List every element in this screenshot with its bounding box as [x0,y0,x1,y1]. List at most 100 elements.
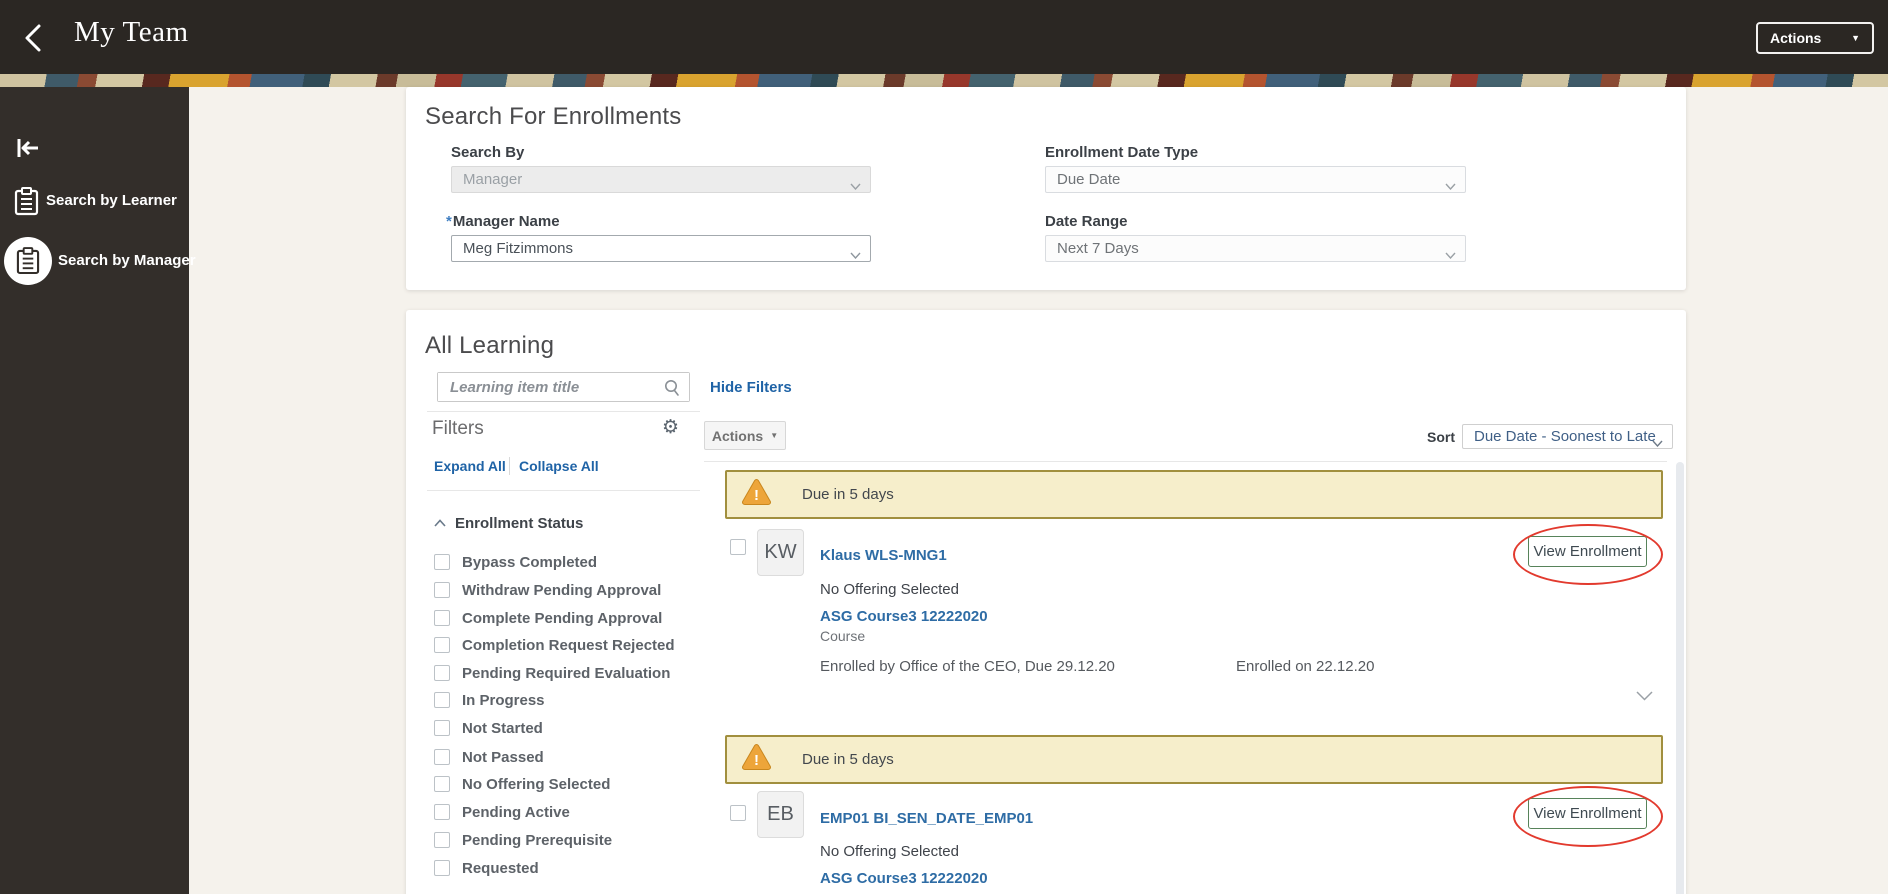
view-enrollment-button[interactable]: View Enrollment [1528,798,1647,829]
divider [427,490,700,491]
warning-icon: ! [741,743,772,776]
offering-status: No Offering Selected [820,843,959,860]
filter-option-label: Requested [462,859,539,877]
filter-option[interactable]: Not Passed [434,746,544,768]
filter-option[interactable]: Complete Pending Approval [434,607,662,629]
learning-search-input[interactable] [438,373,689,401]
filter-option-label: Completion Request Rejected [462,636,675,654]
checkbox[interactable] [434,776,450,792]
filter-option[interactable]: Pending Required Evaluation [434,662,670,684]
filter-option[interactable]: In Progress [434,689,545,711]
clipboard-icon [16,247,40,275]
clipboard-icon [14,187,39,220]
due-warning-banner: ! Due in 5 days [725,735,1663,784]
filter-option[interactable]: Withdraw Pending Approval [434,579,661,601]
date-range-select[interactable]: Next 7 Days [1045,235,1466,262]
filter-option-label: Not Started [462,719,543,737]
caret-down-icon: ▼ [1851,33,1860,43]
enrollment-date-type-value: Due Date [1057,171,1121,188]
search-by-value: Manager [463,171,523,188]
enrollment-date-type-select[interactable]: Due Date [1045,166,1466,193]
learner-name-link[interactable]: Klaus WLS-MNG1 [820,547,947,564]
required-asterisk: * [446,213,452,230]
course-link[interactable]: ASG Course3 12222020 [820,608,988,625]
checkbox[interactable] [434,637,450,653]
list-scrollbar[interactable] [1676,462,1684,894]
search-by-label: Search By [451,144,525,161]
checkbox[interactable] [434,720,450,736]
warning-icon: ! [741,478,772,511]
search-by-select[interactable]: Manager [451,166,871,193]
course-type: Course [820,628,866,644]
checkbox[interactable] [434,692,450,708]
course-link[interactable]: ASG Course3 12222020 [820,870,988,887]
filter-option[interactable]: Completion Request Rejected [434,634,675,656]
sidebar: Search by Learner Search by Manager [0,87,196,894]
offering-status: No Offering Selected [820,581,959,598]
date-range-label: Date Range [1045,213,1128,230]
sidebar-item-search-by-manager[interactable]: Search by Manager [0,235,196,291]
manager-name-label: *Manager Name [446,213,560,230]
filter-option[interactable]: Pending Active [434,801,570,823]
filter-option-label: Withdraw Pending Approval [462,581,662,599]
gear-icon[interactable]: ⚙ [662,416,679,438]
filter-option[interactable]: No Offering Selected [434,773,610,795]
sidebar-item-search-by-learner[interactable]: Search by Learner [0,178,189,226]
filter-option-label: Complete Pending Approval [462,609,663,627]
filter-option[interactable]: Requested [434,857,539,879]
checkbox[interactable] [434,665,450,681]
group-label: Enrollment Status [455,514,584,532]
sort-select[interactable]: Due Date - Soonest to Late [1462,424,1673,449]
collapse-all-link[interactable]: Collapse All [519,458,599,474]
chevron-down-icon [1652,434,1663,448]
hide-filters-link[interactable]: Hide Filters [710,379,792,396]
chevron-down-icon [1445,177,1456,192]
filter-option-label: Bypass Completed [462,553,598,571]
learning-search-box [437,372,690,402]
list-actions-label: Actions [711,427,764,444]
due-banner-text: Due in 5 days [802,486,894,503]
search-for-enrollments-panel: Search For Enrollments Search By Manager… [406,87,1686,290]
checkbox[interactable] [434,804,450,820]
panel-title: Search For Enrollments [425,103,682,130]
filter-option-label: In Progress [462,691,545,709]
panel-title: All Learning [425,332,555,359]
active-item-circle [4,237,52,285]
filter-option[interactable]: Bypass Completed [434,551,597,573]
checkbox[interactable] [434,582,450,598]
expand-all-link[interactable]: Expand All [434,458,506,474]
divider [704,461,1667,462]
manager-name-select[interactable]: Meg Fitzimmons [451,235,871,262]
filter-option-label: Pending Required Evaluation [462,664,671,682]
all-learning-panel: All Learning Hide Filters Filters ⚙ Expa… [406,310,1686,894]
view-enrollment-button[interactable]: View Enrollment [1528,536,1647,567]
filter-option-label: Pending Prerequisite [462,831,613,849]
row-checkbox[interactable] [730,539,746,555]
list-actions-button[interactable]: Actions ▼ [704,421,786,450]
enrolled-by-text: Enrolled by Office of the CEO, Due 29.12… [820,658,1115,675]
filter-option-label: Not Passed [462,748,544,766]
actions-button[interactable]: Actions ▼ [1756,22,1874,54]
row-checkbox[interactable] [730,805,746,821]
learner-name-link[interactable]: EMP01 BI_SEN_DATE_EMP01 [820,810,1033,827]
checkbox[interactable] [434,610,450,626]
enrollment-date-type-label: Enrollment Date Type [1045,144,1199,161]
date-range-value: Next 7 Days [1057,240,1139,257]
checkbox[interactable] [434,832,450,848]
due-warning-banner: ! Due in 5 days [725,470,1663,519]
search-icon[interactable] [663,379,681,403]
checkbox[interactable] [434,860,450,876]
enrollment-status-group-toggle[interactable]: Enrollment Status [434,514,583,532]
expand-row-chevron-icon[interactable] [1636,688,1653,706]
due-banner-text: Due in 5 days [802,751,894,768]
chevron-down-icon [850,246,861,261]
checkbox[interactable] [434,749,450,765]
svg-text:!: ! [754,752,759,769]
avatar: KW [757,529,804,576]
back-icon[interactable] [18,21,52,55]
filter-option[interactable]: Pending Prerequisite [434,829,612,851]
collapse-panel-icon[interactable] [16,137,40,159]
filter-option[interactable]: Not Started [434,717,543,739]
checkbox[interactable] [434,554,450,570]
sidebar-item-label: Search by Learner [46,192,177,209]
